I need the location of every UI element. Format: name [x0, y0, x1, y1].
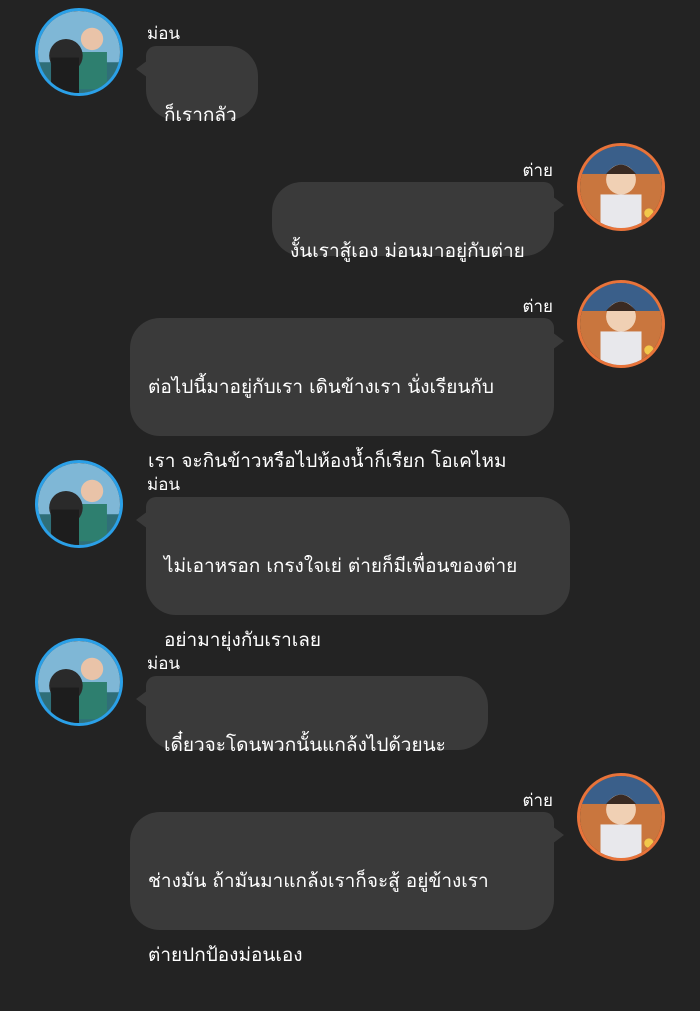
message-text: เรา จะกินข้าวหรือไปห้องน้ำก็เรียก โอเคไห…	[148, 450, 507, 472]
message-bubble: งั้นเราสู้เอง ม่อนมาอยู่กับต่าย	[272, 182, 564, 262]
message-text: ช่างมัน ถ้ามันมาแกล้งเราก็จะสู้ อยู่ข้าง…	[148, 870, 489, 892]
sender-name: ต่าย	[522, 161, 553, 181]
avatar-mon-icon[interactable]	[35, 638, 123, 726]
message-text: งั้นเราสู้เอง ม่อนมาอยู่กับต่าย	[290, 240, 525, 262]
message-bubble: ช่างมัน ถ้ามันมาแกล้งเราก็จะสู้ อยู่ข้าง…	[130, 812, 564, 966]
message-text: ต่อไปนี้มาอยู่กับเรา เดินข้างเรา นั่งเรี…	[148, 376, 494, 398]
message-bubble: ก็เรากลัว	[136, 46, 258, 126]
avatar-tai-icon[interactable]	[577, 773, 665, 861]
message-bubble: เดี๋ยวจะโดนพวกนั้นแกล้งไปด้วยนะ	[136, 676, 488, 756]
sender-name: ต่าย	[522, 791, 553, 811]
avatar-tai-icon[interactable]	[577, 280, 665, 368]
avatar-mon-icon[interactable]	[35, 8, 123, 96]
avatar-mon-icon[interactable]	[35, 460, 123, 548]
message-text: เดี๋ยวจะโดนพวกนั้นแกล้งไปด้วยนะ	[164, 734, 446, 756]
message-text: ก็เรากลัว	[164, 104, 237, 126]
sender-name: ม่อน	[147, 654, 181, 674]
message-bubble: ไม่เอาหรอก เกรงใจเย่ ต่ายก็มีเพื่อนของต่…	[136, 497, 570, 651]
avatar-tai-icon[interactable]	[577, 143, 665, 231]
message-text: ต่ายปกป้องม่อนเอง	[148, 944, 303, 966]
sender-name: ม่อน	[147, 24, 181, 44]
message-text: อย่ามายุ่งกับเราเลย	[164, 629, 322, 651]
sender-name: ต่าย	[522, 297, 553, 317]
message-text: ไม่เอาหรอก เกรงใจเย่ ต่ายก็มีเพื่อนของต่…	[164, 555, 518, 577]
message-bubble: ต่อไปนี้มาอยู่กับเรา เดินข้างเรา นั่งเรี…	[130, 318, 564, 472]
sender-name: ม่อน	[147, 475, 181, 495]
